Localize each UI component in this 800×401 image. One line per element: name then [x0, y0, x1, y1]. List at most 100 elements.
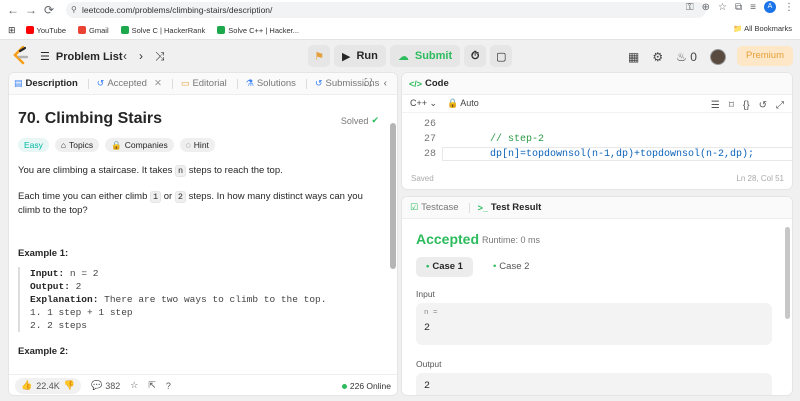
run-controls: ⚑ ▶ Run ☁ Submit ⏱ ▢ [308, 45, 513, 67]
tab-test-result[interactable]: >_ Test Result [478, 202, 542, 213]
site-info-icon[interactable]: ⚲ [71, 2, 77, 18]
key-icon[interactable]: ⚿ [686, 2, 694, 13]
topics-button[interactable]: ⌂ Topics [54, 138, 100, 152]
thumbs-down-icon[interactable]: 👎 [64, 380, 75, 391]
comments-button[interactable]: 💬 382 [91, 380, 120, 391]
submit-button[interactable]: ☁ Submit [389, 45, 461, 67]
bookmark-gmail[interactable]: Gmail [78, 26, 109, 35]
divider [87, 78, 89, 89]
panel-actions: ⛶ ‹ [365, 78, 387, 89]
description-paragraph: Each time you can either climb 1 or 2 st… [18, 191, 363, 216]
next-problem-icon[interactable]: › [139, 49, 143, 64]
lock-icon: 🔒 [447, 98, 459, 108]
run-button[interactable]: ▶ Run [334, 45, 386, 67]
url-bar[interactable]: ⚲ leetcode.com/problems/climbing-stairs/… [66, 2, 706, 18]
close-icon[interactable]: ✕ [154, 78, 162, 89]
result-tabs: ☑ Testcase >_ Test Result [402, 197, 792, 219]
tab-description[interactable]: ▤ Description [14, 78, 78, 89]
line-number: 28 [423, 149, 436, 160]
thumbs-up-icon[interactable]: 👍 [21, 380, 32, 391]
divider [171, 78, 173, 89]
online-count: 226 Online [341, 381, 391, 391]
case-tab[interactable]: • Case 2 [483, 257, 539, 277]
layout-icon[interactable]: ▦ [628, 50, 639, 64]
tab-code[interactable]: </> Code [409, 78, 449, 89]
code-editor[interactable]: 26 27 28 // step-2 dp[n]=topdownsol(n-1,… [402, 115, 792, 167]
code-line: dp[n]=topdownsol(n-1,dp)+topdownsol(n-2,… [490, 149, 755, 160]
fullscreen-icon[interactable]: ⤢ [776, 100, 784, 111]
tab-editorial[interactable]: ▭ Editorial [181, 78, 227, 89]
profile-avatar[interactable]: A [764, 1, 776, 13]
tab-accepted[interactable]: ↺ Accepted ✕ [97, 78, 162, 89]
format-icon[interactable]: ☰ [711, 100, 720, 111]
companies-button[interactable]: 🔒 Companies [105, 138, 174, 152]
cloud-upload-icon: ☁ [397, 50, 409, 63]
settings-icon[interactable]: ⚙ [652, 50, 663, 64]
user-avatar[interactable] [709, 49, 726, 65]
solved-badge: Solved ✔ [340, 115, 379, 126]
reading-list-icon[interactable]: ≡ [750, 2, 756, 13]
braces-icon[interactable]: {} [743, 100, 750, 111]
back-icon[interactable]: ← [4, 1, 22, 19]
example-block: Input: n = 2 Output: 2 Explanation: Ther… [18, 267, 380, 332]
address-row: ← → ⟳ ⚲ leetcode.com/problems/climbing-s… [0, 0, 800, 20]
bookmark-hackerrank-cpp[interactable]: Solve C++ | Hacker... [217, 26, 299, 35]
star-icon[interactable]: ☆ [718, 2, 727, 13]
flask-icon: ⚗ [245, 78, 254, 88]
shuffle-icon[interactable]: ⤨ [155, 49, 165, 64]
help-icon[interactable]: ? [166, 381, 171, 391]
reload-icon[interactable]: ⟳ [40, 1, 58, 19]
bookmark-youtube[interactable]: YouTube [25, 26, 66, 35]
bookmark-hackerrank-c[interactable]: Solve C | HackerRank [120, 26, 205, 35]
favorite-icon[interactable]: ☆ [130, 380, 138, 391]
leetcode-logo-icon[interactable] [12, 46, 30, 66]
hint-button[interactable]: ◌ Hint [179, 138, 215, 152]
timer-icon[interactable]: ⏱ [464, 45, 487, 67]
maximize-icon[interactable]: ⛶ [365, 78, 372, 89]
menu-icon[interactable]: ⋮ [784, 2, 794, 13]
zoom-icon[interactable]: ⊕ [702, 2, 710, 13]
language-select[interactable]: C++ ⌄ [410, 98, 437, 109]
input-label: Input [416, 289, 435, 299]
problem-description: 70. Climbing Stairs Solved ✔ Easy ⌂ Topics… [9, 96, 389, 374]
scrollbar[interactable] [390, 123, 396, 269]
debug-icon[interactable]: ⚑ [308, 45, 330, 67]
list-icon: ☰ [40, 51, 50, 63]
problem-title[interactable]: 70. Climbing Stairs [18, 110, 380, 128]
all-bookmarks[interactable]: 📁 All Bookmarks [733, 24, 792, 33]
description-panel: ▤ Description ↺ Accepted ✕ ▭ Editorial ⚗ Solu… [8, 72, 398, 396]
reset-icon[interactable]: ↺ [759, 100, 767, 111]
lock-icon: 🔒 [111, 140, 122, 150]
youtube-icon [25, 26, 34, 34]
share-icon[interactable]: ⇱ [148, 380, 156, 391]
browser-actions: ⚿ ⊕ ☆ ⧉ ≡ A ⋮ [686, 1, 794, 13]
problem-tags: Easy ⌂ Topics 🔒 Companies ◌ Hint [18, 138, 380, 152]
tab-testcase[interactable]: ☑ Testcase [410, 202, 459, 213]
scrollbar[interactable] [785, 227, 790, 319]
code-tabs: </> Code [402, 73, 792, 95]
auto-mode[interactable]: 🔒 Auto [447, 98, 479, 109]
problem-list-button[interactable]: ☰ Problem List [40, 50, 123, 64]
premium-button[interactable]: Premium [737, 46, 793, 66]
prev-problem-icon[interactable]: ‹ [123, 49, 127, 64]
streak-counter[interactable]: ♨ 0 [676, 50, 697, 64]
bookmark-icon[interactable]: ⌑ [729, 100, 734, 111]
checkbox-icon: ☑ [410, 202, 419, 212]
forward-icon[interactable]: → [22, 1, 40, 19]
output-box: 2 [416, 373, 772, 395]
extensions-icon[interactable]: ⧉ [735, 2, 742, 13]
tab-solutions[interactable]: ⚗ Solutions [246, 78, 296, 89]
collapse-icon[interactable]: ‹ [384, 78, 387, 89]
case-tabs: • Case 1 • Case 2 [416, 257, 539, 277]
history-icon: ↺ [96, 78, 105, 88]
comment-icon: 💬 [90, 380, 103, 390]
apps-icon[interactable]: ⊞ [8, 25, 16, 36]
document-icon: ▤ [14, 78, 23, 88]
book-icon: ▭ [180, 78, 190, 88]
output-label: Output [416, 359, 442, 369]
notes-icon[interactable]: ▢ [490, 45, 513, 67]
example-title: Example 1: [18, 248, 69, 259]
code-icon: </> [409, 78, 423, 89]
case-tab[interactable]: • Case 1 [416, 257, 473, 277]
editor-toolbar: C++ ⌄ 🔒 Auto ☰ ⌑ {} ↺ ⤢ [402, 95, 792, 113]
